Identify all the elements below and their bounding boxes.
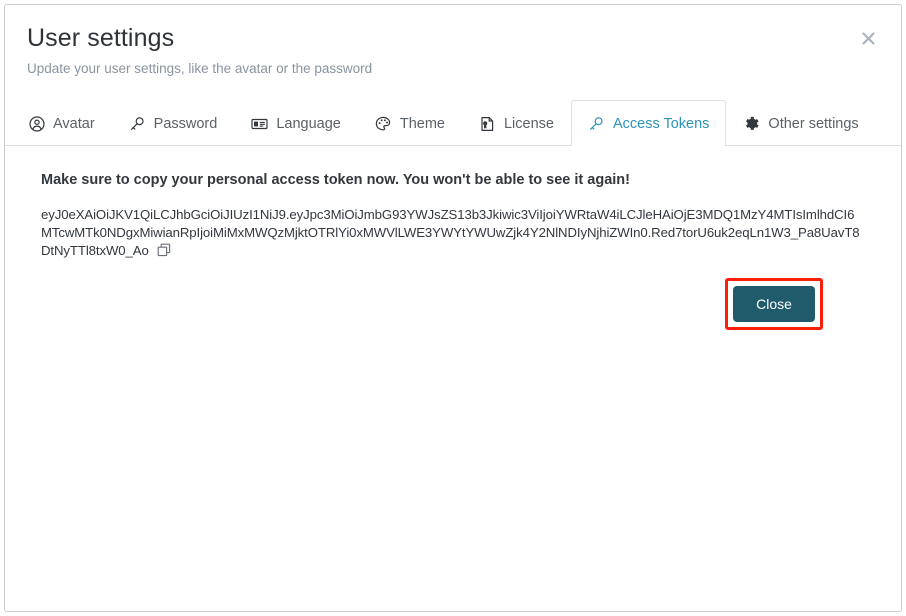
id-card-icon [251, 115, 268, 132]
close-button-highlight: Close [725, 278, 823, 330]
tab-avatar[interactable]: Avatar [11, 101, 112, 145]
tab-language[interactable]: Language [234, 101, 358, 145]
dialog-actions: Close [41, 260, 865, 330]
tab-label: Avatar [53, 115, 95, 132]
token-row: eyJ0eXAiOiJKV1QiLCJhbGciOiJIUzI1NiJ9.eyJ… [41, 206, 865, 260]
tab-label: Password [153, 115, 218, 132]
close-x-icon[interactable] [857, 27, 879, 49]
tab-license[interactable]: License [462, 101, 571, 145]
tab-label: Theme [399, 115, 445, 132]
tab-label: Language [276, 115, 341, 132]
tab-label: Access Tokens [612, 115, 710, 132]
access-tokens-panel: Make sure to copy your personal access t… [5, 146, 901, 330]
tab-theme[interactable]: Theme [358, 101, 462, 145]
tab-access-tokens[interactable]: Access Tokens [570, 100, 727, 146]
tab-other-settings[interactable]: Other settings [726, 101, 875, 145]
avatar-icon [28, 115, 45, 132]
dialog-header: User settings Update your user settings,… [5, 5, 901, 79]
palette-icon [375, 115, 392, 132]
license-badge-icon [479, 115, 496, 132]
key-icon [588, 115, 605, 132]
user-settings-dialog: User settings Update your user settings,… [4, 4, 902, 612]
tab-password[interactable]: Password [112, 101, 235, 145]
close-button[interactable]: Close [733, 286, 815, 322]
copy-icon[interactable] [157, 243, 171, 257]
tab-label: License [503, 115, 554, 132]
key-icon [129, 115, 146, 132]
dialog-subtitle: Update your user settings, like the avat… [27, 61, 373, 76]
settings-tab-bar: Avatar Password Language Theme License A… [5, 100, 901, 146]
gear-icon [743, 115, 760, 132]
page-title: User settings [27, 24, 175, 52]
token-warning-message: Make sure to copy your personal access t… [41, 172, 630, 188]
tab-label: Other settings [768, 115, 859, 132]
